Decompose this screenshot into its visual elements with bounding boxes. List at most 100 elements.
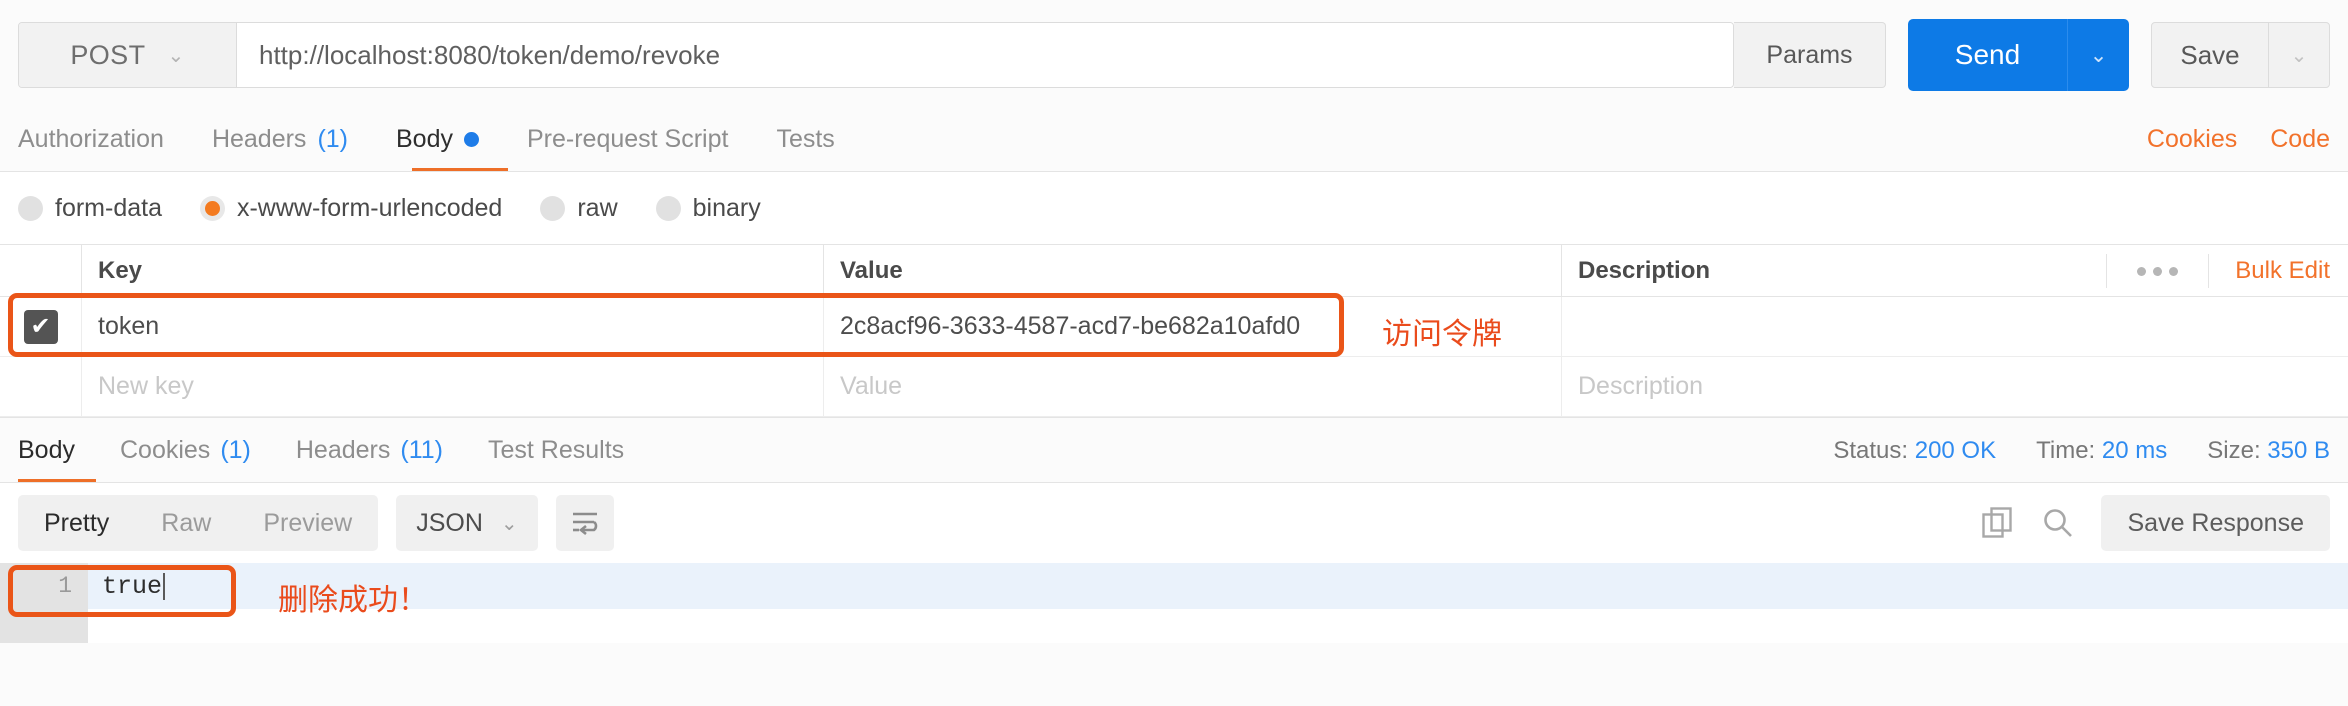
radio-x-www-form-urlencoded-label: x-www-form-urlencoded [236, 193, 503, 222]
table-header-checkbox-cell [0, 245, 82, 296]
response-tab-headers-label: Headers [295, 436, 391, 464]
response-meta: Status: 200 OK Time: 20 ms Size: 350 B [1833, 437, 2330, 482]
http-method-selector[interactable]: POST ⌄ [19, 23, 237, 87]
word-wrap-toggle[interactable] [555, 495, 614, 551]
new-row-key-input[interactable]: New key [82, 357, 824, 416]
radio-binary-label: binary [692, 193, 761, 222]
tab-authorization-label: Authorization [18, 125, 164, 153]
size-label: Size: [2207, 437, 2261, 464]
text-cursor [163, 572, 166, 600]
table-new-row[interactable]: New key Value Description [0, 357, 2348, 417]
line-number-empty [0, 609, 88, 643]
status-value: 200 OK [1914, 437, 1997, 464]
chevron-down-icon: ⌄ [167, 44, 185, 67]
url-input-group: POST ⌄ http://localhost:8080/token/demo/… [18, 22, 1734, 88]
save-options-chevron-down-icon[interactable]: ⌄ [2269, 23, 2329, 87]
size-info: Size: 350 B [2207, 437, 2330, 465]
response-toolbar: Pretty Raw Preview JSON ⌄ Save Response [0, 483, 2348, 563]
response-tab-cookies[interactable]: Cookies (1) [120, 436, 251, 482]
response-tab-test-results-label: Test Results [487, 436, 625, 464]
radio-binary-icon [655, 195, 681, 221]
tab-pre-request-script[interactable]: Pre-request Script [527, 125, 728, 171]
response-tab-body[interactable]: Body [18, 436, 75, 482]
save-button[interactable]: Save [2152, 23, 2269, 87]
response-tab-headers[interactable]: Headers (11) [296, 436, 443, 482]
time-value: 20 ms [2101, 437, 2168, 464]
chevron-down-icon: ⌄ [500, 512, 518, 535]
radio-binary[interactable]: binary [655, 193, 761, 223]
response-body-viewer: 1 true 删除成功！ [0, 563, 2348, 643]
view-mode-pretty[interactable]: Pretty [18, 495, 135, 551]
response-format-label: JSON [416, 508, 483, 537]
send-options-chevron-down-icon[interactable]: ⌄ [2068, 19, 2129, 91]
new-row-description-input[interactable]: Description [1562, 357, 2348, 416]
tab-pre-request-script-label: Pre-request Script [526, 125, 729, 153]
size-value: 350 B [2267, 437, 2330, 464]
code-link[interactable]: Code [2270, 125, 2330, 154]
bulk-edit-link[interactable]: Bulk Edit [2209, 257, 2330, 285]
body-type-radio-group: form-data x-www-form-urlencoded raw bina… [0, 172, 2348, 244]
new-row-value-input[interactable]: Value [824, 357, 1562, 416]
table-row[interactable]: ✔ token 2c8acf96-3633-4587-acd7-be682a10… [0, 297, 2348, 357]
new-row-checkbox-cell [0, 357, 82, 416]
row-description-input[interactable] [1562, 297, 2348, 356]
view-mode-raw[interactable]: Raw [135, 495, 237, 551]
tab-authorization[interactable]: Authorization [18, 125, 164, 171]
radio-raw-label: raw [577, 193, 618, 222]
code-content-text: true [102, 571, 163, 601]
table-header-key: Key [82, 245, 824, 296]
tab-tests-label: Tests [776, 125, 835, 153]
time-info: Time: 20 ms [2036, 437, 2167, 465]
radio-form-data-icon [18, 195, 43, 221]
copy-icon[interactable] [1981, 506, 2015, 540]
request-tab-bar-links: Cookies Code [2147, 125, 2330, 171]
http-method-label: POST [70, 39, 146, 70]
table-header-row: Key Value Description Bulk Edit [0, 245, 2348, 297]
response-toolbar-actions: Save Response [1981, 495, 2330, 551]
radio-raw[interactable]: raw [540, 193, 618, 223]
request-tab-bar: Authorization Headers (1) Body Pre-reque… [0, 110, 2348, 172]
status-label: Status: [1833, 437, 1909, 464]
row-checkbox[interactable]: ✔ [23, 309, 58, 344]
response-tab-body-label: Body [18, 436, 75, 464]
active-response-tab-underline [18, 479, 96, 482]
table-header-value: Value [824, 245, 1562, 296]
tab-headers[interactable]: Headers (1) [212, 125, 348, 171]
send-button[interactable]: Send [1908, 19, 2068, 91]
tab-body-label: Body [396, 125, 453, 153]
send-button-group: Send ⌄ [1908, 19, 2129, 91]
word-wrap-icon [572, 512, 597, 536]
body-params-table: Key Value Description Bulk Edit ✔ token … [0, 244, 2348, 417]
tab-headers-count: (1) [317, 125, 348, 153]
tab-tests[interactable]: Tests [776, 125, 834, 171]
response-tab-headers-count: (11) [400, 436, 443, 464]
save-response-button[interactable]: Save Response [2101, 495, 2330, 551]
params-button[interactable]: Params [1734, 22, 1886, 88]
view-mode-preview[interactable]: Preview [237, 495, 378, 551]
search-icon[interactable] [2041, 506, 2075, 540]
more-options-icon[interactable] [2106, 254, 2210, 288]
radio-x-www-form-urlencoded[interactable]: x-www-form-urlencoded [199, 193, 503, 223]
row-key-input[interactable]: token [82, 297, 824, 356]
response-tab-test-results[interactable]: Test Results [488, 436, 624, 482]
response-tab-bar: Body Cookies (1) Headers (11) Test Resul… [0, 417, 2348, 483]
request-url-bar: POST ⌄ http://localhost:8080/token/demo/… [0, 0, 2348, 110]
line-number: 1 [0, 563, 88, 609]
url-input[interactable]: http://localhost:8080/token/demo/revoke [237, 23, 1733, 87]
active-tab-underline [412, 168, 508, 171]
radio-form-data-label: form-data [55, 193, 162, 222]
response-tab-cookies-label: Cookies [119, 436, 211, 464]
response-view-mode-group: Pretty Raw Preview [18, 495, 379, 551]
annotation-label-result: 删除成功！ [278, 584, 428, 617]
response-tab-cookies-count: (1) [220, 436, 251, 464]
row-checkbox-cell: ✔ [0, 297, 82, 356]
body-modified-dot-icon [463, 132, 479, 147]
time-label: Time: [2036, 437, 2096, 464]
response-format-selector[interactable]: JSON ⌄ [396, 495, 538, 551]
cookies-link[interactable]: Cookies [2147, 125, 2237, 154]
annotation-label-token: 访问令牌 [1382, 318, 1502, 351]
tab-body[interactable]: Body [396, 125, 479, 171]
radio-form-data[interactable]: form-data [18, 194, 162, 223]
save-button-group: Save ⌄ [2151, 22, 2330, 88]
radio-x-www-form-urlencoded-icon [199, 195, 225, 221]
